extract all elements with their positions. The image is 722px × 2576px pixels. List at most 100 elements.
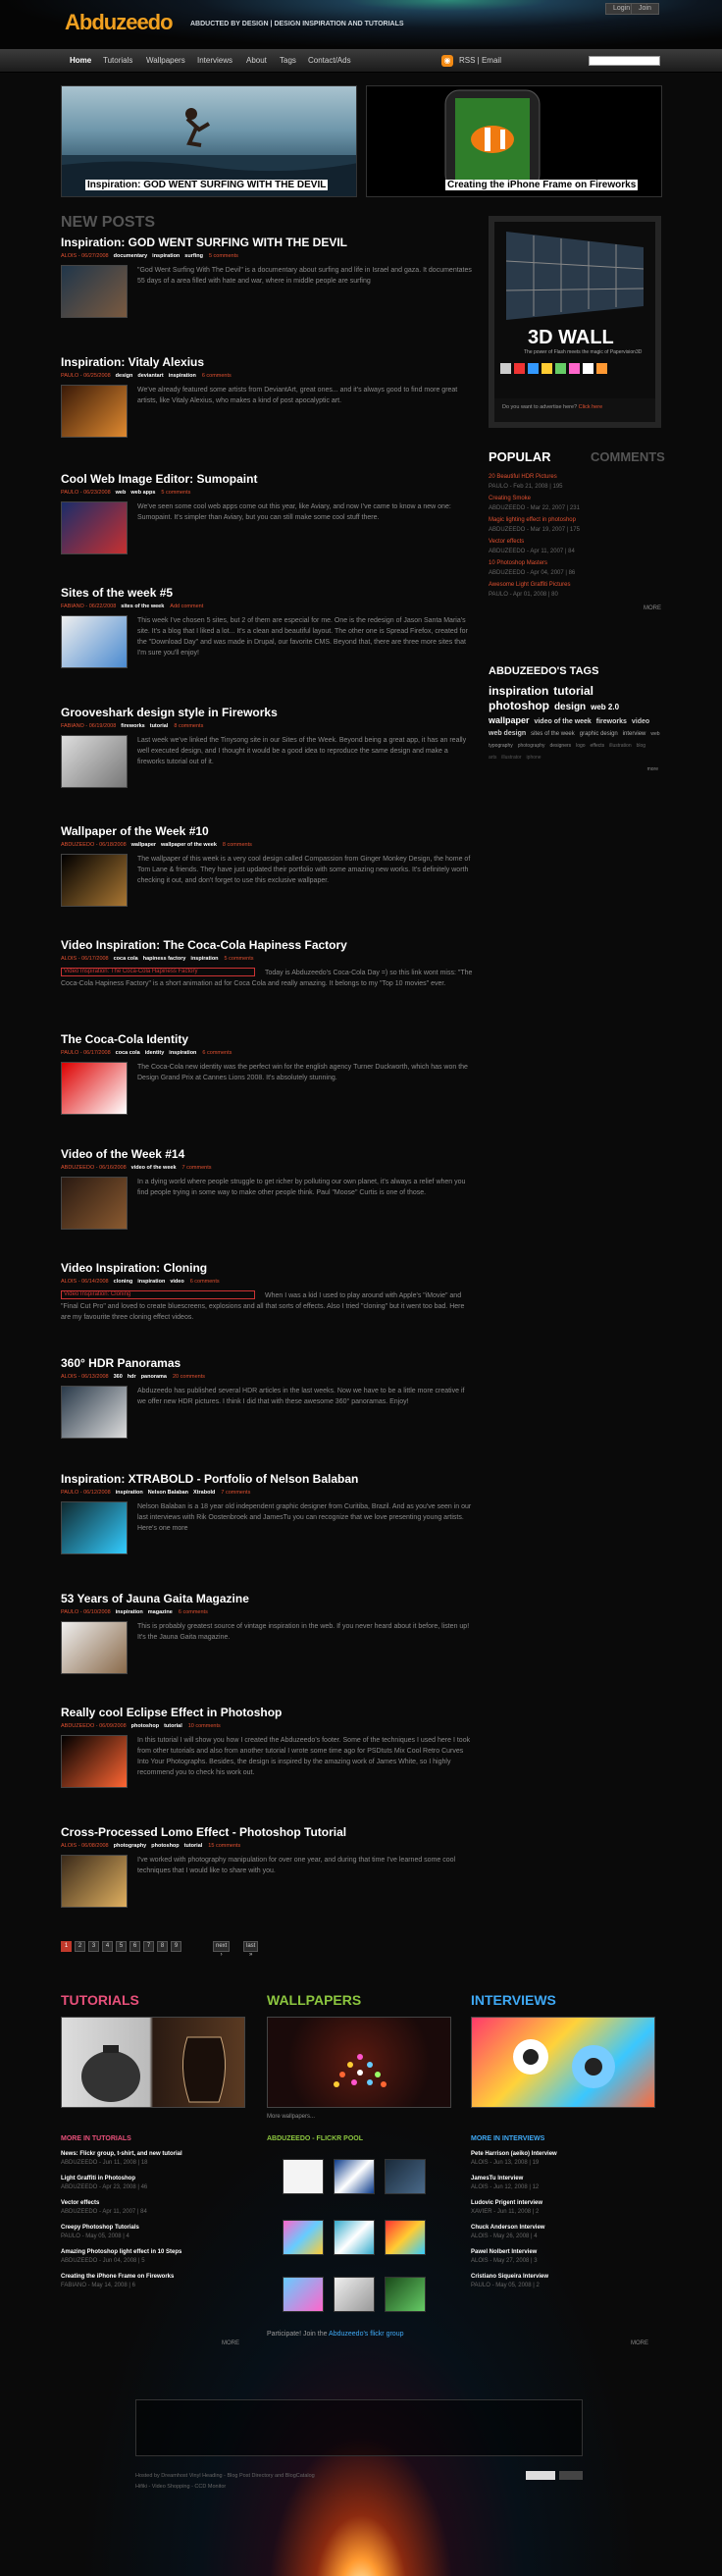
tag-link[interactable]: photoshop bbox=[489, 699, 549, 712]
nav-about[interactable]: About bbox=[246, 56, 267, 65]
page-link[interactable]: last » bbox=[243, 1941, 259, 1958]
post-thumbnail[interactable] bbox=[61, 1386, 128, 1439]
post-title[interactable]: Inspiration: Vitaly Alexius bbox=[61, 355, 473, 369]
tag-link[interactable]: effects bbox=[591, 743, 605, 749]
post-tag[interactable]: hapiness factory bbox=[143, 956, 186, 962]
nav-tutorials[interactable]: Tutorials bbox=[103, 56, 132, 65]
featured-iphone[interactable]: Creating the iPhone Frame on Fireworks bbox=[366, 85, 662, 197]
flickr-group-link[interactable]: Abduzeedo's flickr group bbox=[329, 2331, 403, 2338]
badge-icon[interactable] bbox=[526, 2471, 555, 2480]
tag-link[interactable]: video of the week bbox=[534, 718, 591, 725]
post-tag[interactable]: Xtrabold bbox=[193, 1490, 215, 1496]
featured-surfing[interactable]: Inspiration: GOD WENT SURFING WITH THE D… bbox=[61, 85, 357, 197]
join-button[interactable]: Join bbox=[631, 3, 659, 15]
post-title[interactable]: Video Inspiration: The Coca-Cola Hapines… bbox=[61, 938, 473, 952]
post-author-date[interactable]: ABDUZEEDO - 06/16/2008 bbox=[61, 1165, 127, 1171]
comments-link[interactable]: 6 comments bbox=[190, 1279, 220, 1285]
post-tag[interactable]: cloning bbox=[114, 1279, 133, 1285]
nav-tags[interactable]: Tags bbox=[280, 56, 296, 65]
tag-link[interactable]: design bbox=[554, 702, 586, 712]
footer-list-item[interactable]: Pawel Nolbert Interview bbox=[471, 2248, 655, 2257]
interviews-heading[interactable]: INTERVIEWS bbox=[471, 1992, 556, 2008]
tag-link[interactable]: illustration bbox=[609, 743, 632, 749]
tag-link[interactable]: logo bbox=[576, 743, 585, 749]
flickr-photo[interactable] bbox=[334, 2220, 375, 2255]
post-tag[interactable]: 360 bbox=[114, 1374, 123, 1380]
tag-link[interactable]: inspiration bbox=[489, 684, 548, 698]
page-link[interactable]: 7 bbox=[143, 1941, 154, 1952]
comments-link[interactable]: 5 comments bbox=[209, 253, 238, 259]
wallpapers-heading[interactable]: WALLPAPERS bbox=[267, 1992, 361, 2008]
post-thumbnail[interactable] bbox=[61, 615, 128, 668]
post-tag[interactable]: panorama bbox=[141, 1374, 167, 1380]
comments-link[interactable]: 5 comments bbox=[161, 490, 190, 496]
tag-link[interactable]: more bbox=[489, 763, 658, 775]
tag-link[interactable]: photography bbox=[518, 743, 545, 749]
post-tag[interactable]: video of the week bbox=[131, 1165, 177, 1171]
flickr-photo[interactable] bbox=[385, 2220, 426, 2255]
popular-item[interactable]: 20 Beautiful HDR Pictures bbox=[489, 472, 661, 482]
wallpaper-image[interactable] bbox=[267, 2017, 451, 2108]
post-thumbnail[interactable] bbox=[61, 1855, 128, 1908]
nav-home[interactable]: Home bbox=[70, 56, 91, 65]
post-tag[interactable]: web bbox=[116, 490, 127, 496]
post-author-date[interactable]: FABIANO - 06/19/2008 bbox=[61, 723, 116, 729]
post-tag[interactable]: Nelson Balaban bbox=[148, 1490, 188, 1496]
page-link[interactable]: 2 bbox=[75, 1941, 85, 1952]
post-title[interactable]: Video Inspiration: Cloning bbox=[61, 1261, 473, 1275]
post-tag[interactable]: sites of the week bbox=[121, 604, 164, 609]
comments-link[interactable]: 8 comments bbox=[174, 723, 203, 729]
footer-list-item[interactable]: Chuck Anderson Interview bbox=[471, 2224, 655, 2233]
post-author-date[interactable]: ABDUZEEDO - 06/09/2008 bbox=[61, 1723, 127, 1729]
comments-link[interactable]: 8 comments bbox=[223, 842, 252, 848]
popular-item[interactable]: Vector effects bbox=[489, 537, 661, 547]
page-link[interactable]: 4 bbox=[102, 1941, 113, 1952]
tag-link[interactable]: graphic design bbox=[580, 731, 618, 737]
popular-tab[interactable]: POPULAR bbox=[489, 449, 551, 464]
post-tag[interactable]: design bbox=[116, 373, 133, 379]
post-title[interactable]: Sites of the week #5 bbox=[61, 586, 473, 600]
post-title[interactable]: 360° HDR Panoramas bbox=[61, 1356, 473, 1370]
tag-link[interactable]: web design bbox=[489, 730, 526, 737]
post-tag[interactable]: wallpaper bbox=[131, 842, 156, 848]
footer-list-item[interactable]: Ludovic Prigent interview bbox=[471, 2199, 655, 2208]
post-thumbnail[interactable] bbox=[61, 385, 128, 438]
rss-email-link[interactable]: RSS | Email bbox=[459, 56, 501, 65]
post-author-date[interactable]: ALOIS - 06/27/2008 bbox=[61, 253, 109, 259]
post-thumbnail[interactable] bbox=[61, 1501, 128, 1554]
page-link[interactable]: 6 bbox=[129, 1941, 140, 1952]
post-author-date[interactable]: ALOIS - 06/14/2008 bbox=[61, 1279, 109, 1285]
footer-list-item[interactable]: JamesTu Interview bbox=[471, 2175, 655, 2183]
page-link[interactable]: 1 bbox=[61, 1941, 72, 1952]
post-author-date[interactable]: PAULO - 06/25/2008 bbox=[61, 373, 111, 379]
tutorials-heading[interactable]: TUTORIALS bbox=[61, 1992, 139, 2008]
tag-link[interactable]: video bbox=[632, 718, 649, 725]
post-tag[interactable]: tutorial bbox=[184, 1843, 203, 1849]
post-tag[interactable]: tutorial bbox=[150, 723, 169, 729]
rss-icon[interactable]: ◉ bbox=[441, 55, 453, 67]
ad-3d-wall[interactable]: 3D WALL The power of Flash meets the mag… bbox=[489, 216, 661, 428]
post-tag[interactable]: coca cola bbox=[114, 956, 138, 962]
post-author-date[interactable]: PAULO - 06/10/2008 bbox=[61, 1609, 111, 1615]
post-title[interactable]: The Coca-Cola Identity bbox=[61, 1032, 473, 1046]
tag-link[interactable]: sites of the week bbox=[531, 731, 575, 737]
footer-list-item[interactable]: Amazing Photoshop light effect in 10 Ste… bbox=[61, 2248, 245, 2257]
popular-item[interactable]: Magic lighting effect in photoshop bbox=[489, 515, 661, 525]
popular-item[interactable]: 10 Photoshop Masters bbox=[489, 558, 661, 568]
comments-link[interactable]: 10 comments bbox=[188, 1723, 221, 1729]
post-tag[interactable]: inspiration bbox=[137, 1279, 165, 1285]
post-title[interactable]: Video of the Week #14 bbox=[61, 1147, 473, 1161]
footer-list-item[interactable]: News: Flickr group, t-shirt, and new tut… bbox=[61, 2150, 245, 2159]
comments-tab[interactable]: COMMENTS bbox=[591, 449, 665, 464]
post-author-date[interactable]: PAULO - 06/17/2008 bbox=[61, 1050, 111, 1056]
footer-list-item[interactable]: Cristiano Siqueira Interview bbox=[471, 2273, 655, 2282]
post-title[interactable]: Inspiration: XTRABOLD - Portfolio of Nel… bbox=[61, 1472, 473, 1486]
flickr-photo[interactable] bbox=[385, 2159, 426, 2194]
post-thumbnail[interactable] bbox=[61, 1177, 128, 1230]
post-tag[interactable]: video bbox=[170, 1279, 183, 1285]
post-tag[interactable]: magazine bbox=[148, 1609, 173, 1615]
comments-link[interactable]: 6 comments bbox=[202, 1050, 232, 1056]
post-tag[interactable]: inspiration bbox=[116, 1490, 143, 1496]
post-title[interactable]: Cool Web Image Editor: Sumopaint bbox=[61, 472, 473, 486]
flickr-photo[interactable] bbox=[334, 2159, 375, 2194]
